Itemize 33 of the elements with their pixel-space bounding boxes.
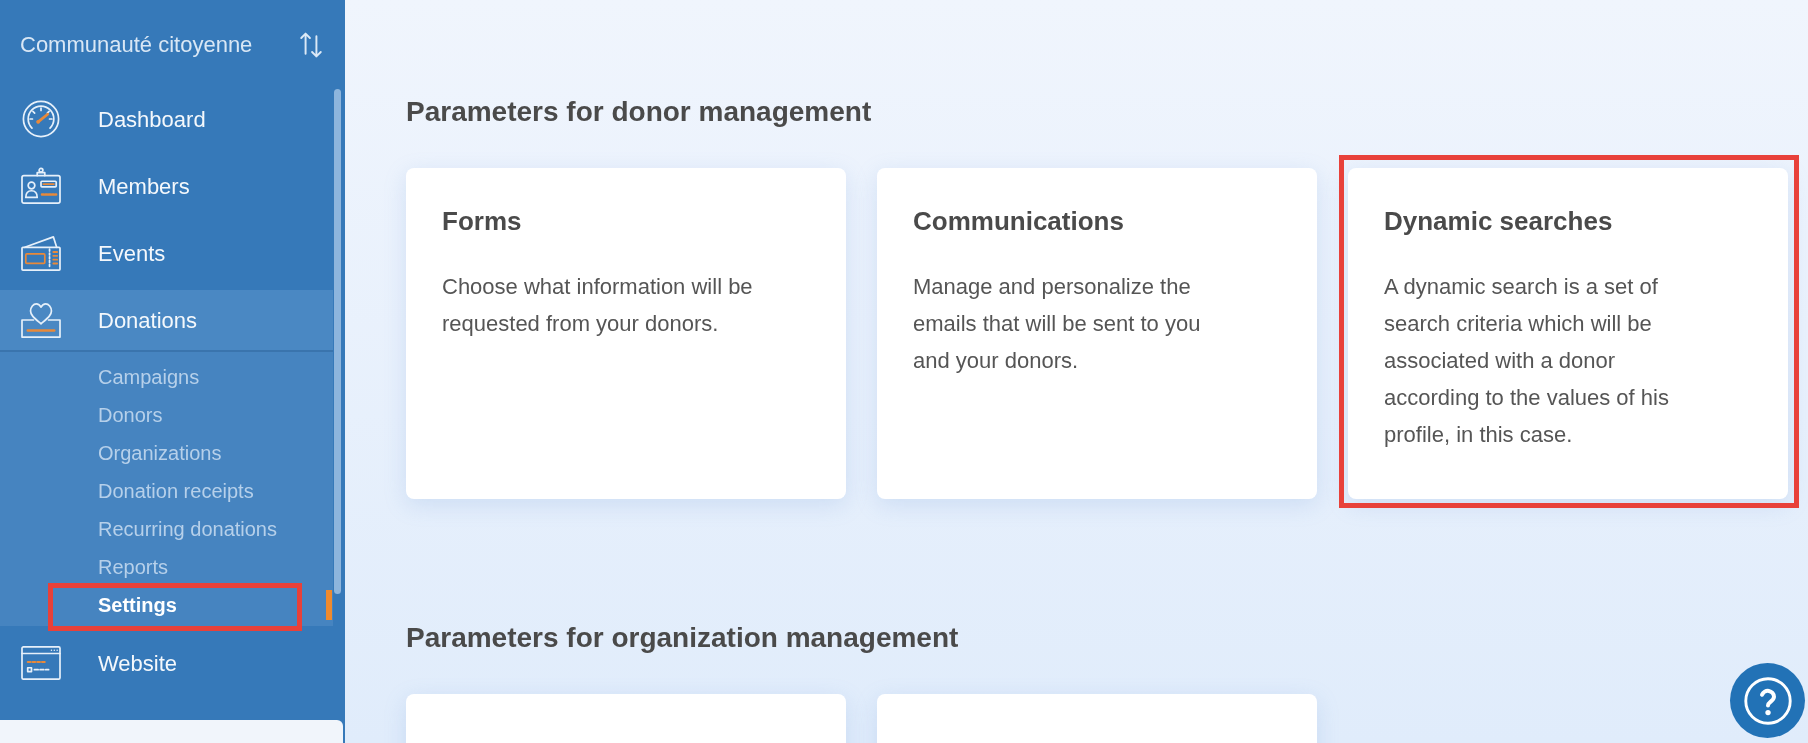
- sidebar-subitem[interactable]: Reports: [0, 552, 333, 582]
- sidebar-subitem[interactable]: Settings: [0, 590, 333, 620]
- sidebar-nav-item[interactable]: Dashboard: [0, 89, 333, 149]
- settings-card[interactable]: Communications Manage and personalize the emails that will be sent to you and your donors.: [877, 168, 1317, 499]
- sidebar-subitem[interactable]: Recurring donations: [0, 514, 333, 544]
- card-title: Forms: [442, 205, 522, 237]
- settings-card[interactable]: Dynamic searches A dynamic search is a set of search criteria which will be associated with a donor according to the values of his profile, in this case.: [1348, 168, 1788, 499]
- sidebar-subitem[interactable]: Donation receipts: [0, 476, 333, 506]
- sidebar-subitem[interactable]: Organizations: [0, 438, 333, 468]
- settings-card[interactable]: Forms Choose what information will be requested from your donors.: [406, 168, 846, 499]
- id-badge-icon: [20, 167, 62, 205]
- section-heading: Parameters for organization management: [406, 621, 959, 655]
- card-title: Dynamic searches: [1384, 205, 1613, 237]
- speedometer-icon: [20, 100, 62, 138]
- help-icon: [1743, 676, 1792, 725]
- organization-name: Communauté citoyenne: [20, 31, 253, 59]
- sidebar-nav-item[interactable]: Donations: [0, 290, 333, 350]
- sidebar-subitem[interactable]: Campaigns: [0, 362, 333, 392]
- sidebar-subitem[interactable]: Donors: [0, 400, 333, 430]
- card-description: A dynamic search is a set of search criteria which will be associated with a donor according to the values of his profile, in this case.: [1384, 273, 1670, 449]
- card-description: Manage and personalize the emails that will be sent to you and your donors.: [913, 273, 1202, 375]
- sidebar-nav-item[interactable]: Website: [0, 633, 333, 693]
- sidebar-nav-item[interactable]: Members: [0, 156, 333, 216]
- browser-window-icon: [20, 644, 62, 682]
- up-down-arrows-icon: [299, 31, 323, 58]
- card-description: Choose what information will be requested from your donors.: [442, 273, 754, 338]
- heart-box-icon: [20, 301, 62, 339]
- card-title: Communications: [913, 205, 1124, 237]
- sidebar-nav-item[interactable]: Events: [0, 223, 333, 283]
- scrollbar-thumb[interactable]: [334, 89, 341, 594]
- active-indicator: [326, 590, 332, 620]
- tickets-icon: [20, 234, 62, 272]
- section-heading: Parameters for donor management: [406, 95, 872, 129]
